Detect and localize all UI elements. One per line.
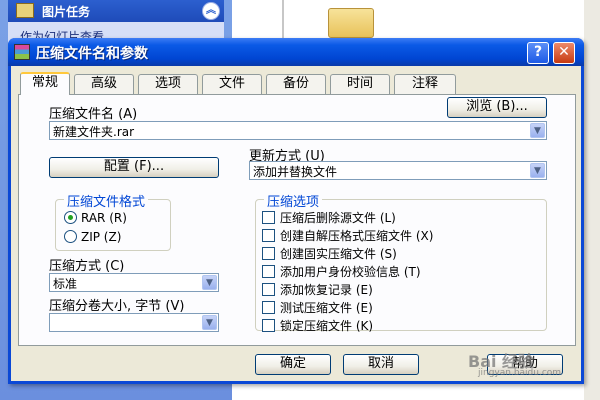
browse-button[interactable]: 浏览 (B)... — [447, 97, 547, 118]
picture-tasks-title: 图片任务 — [42, 5, 91, 19]
solid-label: 创建固实压缩文件 (S) — [280, 247, 397, 261]
dialog-titlebar[interactable]: 压缩文件名和参数 ? ✕ — [8, 38, 584, 66]
radio-selected-icon — [64, 211, 77, 224]
archive-options-legend: 压缩选项 — [264, 191, 323, 210]
tab-time[interactable]: 时间 — [330, 74, 390, 94]
tab-comment[interactable]: 注释 — [394, 74, 456, 94]
tab-general[interactable]: 常规 — [20, 72, 70, 95]
sfx-label: 创建自解压格式压缩文件 (X) — [280, 229, 434, 243]
explorer-scrollbar[interactable] — [584, 0, 600, 400]
rar-radio-label: RAR (R) — [81, 211, 127, 225]
checkbox-icon — [262, 229, 275, 242]
archive-format-group: 压缩文件格式 RAR (R) ZIP (Z) — [55, 191, 171, 251]
dialog-title: 压缩文件名和参数 — [36, 46, 148, 62]
sfx-check[interactable]: 创建自解压格式压缩文件 (X) — [262, 227, 433, 244]
file-area-divider — [282, 0, 284, 40]
close-icon[interactable]: ✕ — [553, 42, 575, 64]
split-volumes-combo[interactable]: ▼ — [49, 313, 219, 332]
cancel-button[interactable]: 取消 — [343, 354, 419, 375]
baidu-watermark-url: jingyan.baidu.com — [478, 368, 562, 378]
general-tab-panel: 压缩文件名 (A) 浏览 (B)... 新建文件夹.rar ▼ 配置 (F)..… — [18, 94, 576, 346]
pictures-icon — [16, 3, 34, 18]
profiles-button[interactable]: 配置 (F)... — [49, 157, 219, 178]
tab-files[interactable]: 文件 — [202, 74, 262, 94]
radio-icon — [64, 230, 77, 243]
compression-method-select[interactable]: 标准 ▼ — [49, 273, 219, 292]
lock-archive-label: 锁定压缩文件 (K) — [280, 319, 374, 333]
test-archive-label: 测试压缩文件 (E) — [280, 301, 373, 315]
solid-check[interactable]: 创建固实压缩文件 (S) — [262, 245, 397, 262]
rar-radio[interactable]: RAR (R) — [64, 211, 127, 225]
tab-strip: 常规 高级 选项 文件 备份 时间 注释 — [18, 72, 578, 95]
folder-icon[interactable] — [328, 8, 374, 38]
ok-button[interactable]: 确定 — [255, 354, 331, 375]
chevron-down-icon[interactable]: ▼ — [202, 275, 217, 290]
zip-radio-label: ZIP (Z) — [81, 230, 122, 244]
authenticity-label: 添加用户身份校验信息 (T) — [280, 265, 421, 279]
recovery-record-label: 添加恢复记录 (E) — [280, 283, 373, 297]
split-volumes-label: 压缩分卷大小, 字节 (V) — [49, 299, 185, 314]
archive-name-combo[interactable]: 新建文件夹.rar ▼ — [49, 121, 547, 140]
delete-after-check[interactable]: 压缩后删除源文件 (L) — [262, 209, 396, 226]
test-archive-check[interactable]: 测试压缩文件 (E) — [262, 299, 373, 316]
recovery-record-check[interactable]: 添加恢复记录 (E) — [262, 281, 373, 298]
help-icon[interactable]: ? — [527, 42, 549, 64]
compression-method-label: 压缩方式 (C) — [49, 259, 125, 274]
chevron-down-icon[interactable]: ▼ — [530, 123, 545, 138]
delete-after-label: 压缩后删除源文件 (L) — [280, 211, 396, 225]
winrar-icon — [14, 44, 30, 60]
authenticity-check[interactable]: 添加用户身份校验信息 (T) — [262, 263, 421, 280]
archive-dialog: 压缩文件名和参数 ? ✕ 常规 高级 选项 文件 备份 时间 注释 压缩文件名 … — [8, 38, 584, 384]
checkbox-icon — [262, 283, 275, 296]
chevron-down-icon[interactable]: ▼ — [530, 163, 545, 178]
lock-archive-check[interactable]: 锁定压缩文件 (K) — [262, 317, 373, 334]
archive-name-label: 压缩文件名 (A) — [49, 107, 138, 122]
collapse-icon[interactable]: ︽ — [202, 2, 220, 20]
compression-method-value: 标准 — [53, 277, 78, 291]
tab-backup[interactable]: 备份 — [266, 74, 326, 94]
chevron-down-icon[interactable]: ▼ — [202, 315, 217, 330]
picture-tasks-header[interactable]: 图片任务 ︽ — [8, 0, 224, 22]
zip-radio[interactable]: ZIP (Z) — [64, 230, 121, 244]
update-mode-select[interactable]: 添加并替换文件 ▼ — [249, 161, 547, 180]
archive-options-group: 压缩选项 压缩后删除源文件 (L) 创建自解压格式压缩文件 (X) 创建固实压缩… — [255, 191, 547, 334]
checkbox-icon — [262, 265, 275, 278]
tab-options[interactable]: 选项 — [138, 74, 198, 94]
tab-advanced[interactable]: 高级 — [74, 74, 134, 94]
checkbox-icon — [262, 319, 275, 332]
checkbox-icon — [262, 211, 275, 224]
archive-format-legend: 压缩文件格式 — [64, 191, 149, 210]
checkbox-icon — [262, 247, 275, 260]
checkbox-icon — [262, 301, 275, 314]
archive-name-value: 新建文件夹.rar — [53, 125, 135, 139]
update-mode-value: 添加并替换文件 — [253, 165, 338, 179]
